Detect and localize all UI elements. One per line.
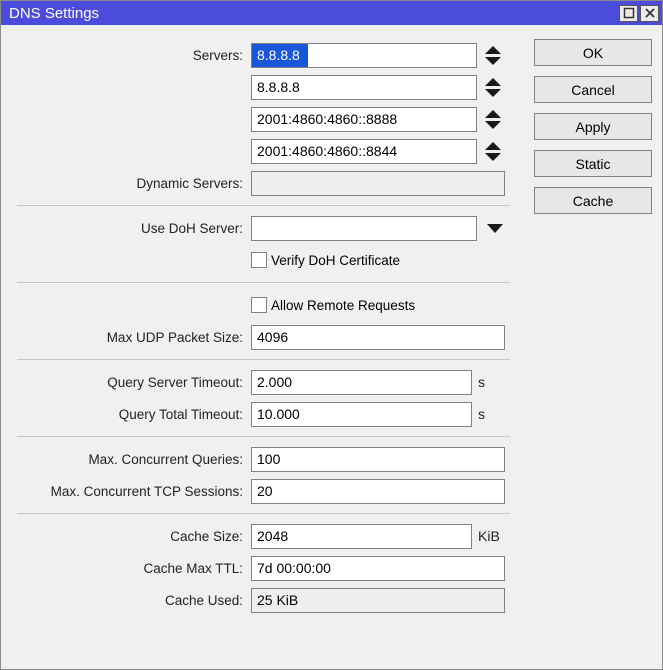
- separator: [17, 436, 510, 437]
- cache-button[interactable]: Cache: [534, 187, 652, 214]
- allow-remote-label: Allow Remote Requests: [271, 298, 415, 313]
- server-input-3[interactable]: [251, 139, 477, 164]
- use-doh-label: Use DoH Server:: [11, 221, 245, 236]
- server-3-reorder[interactable]: [485, 142, 503, 161]
- verify-doh-checkbox[interactable]: [251, 252, 267, 268]
- chevron-up-icon: [485, 142, 501, 150]
- query-total-timeout-input[interactable]: [251, 402, 472, 427]
- dns-settings-window: DNS Settings Servers:: [0, 0, 663, 670]
- servers-label: Servers:: [11, 48, 245, 63]
- verify-doh-label: Verify DoH Certificate: [271, 253, 400, 268]
- server-2-reorder[interactable]: [485, 110, 503, 129]
- dropdown-icon[interactable]: [487, 224, 503, 233]
- ok-button[interactable]: OK: [534, 39, 652, 66]
- chevron-down-icon: [485, 89, 501, 97]
- static-button[interactable]: Static: [534, 150, 652, 177]
- max-conc-tcp-input[interactable]: [251, 479, 505, 504]
- content-area: Servers:: [1, 25, 662, 669]
- server-1-reorder[interactable]: [485, 78, 503, 97]
- max-conc-tcp-label: Max. Concurrent TCP Sessions:: [11, 484, 245, 499]
- apply-button[interactable]: Apply: [534, 113, 652, 140]
- server-input-0[interactable]: [251, 43, 477, 68]
- dynamic-servers-input: [251, 171, 505, 196]
- max-udp-input[interactable]: [251, 325, 505, 350]
- max-udp-label: Max UDP Packet Size:: [11, 330, 245, 345]
- cache-size-label: Cache Size:: [11, 529, 245, 544]
- separator: [17, 513, 510, 514]
- chevron-up-icon: [485, 78, 501, 86]
- max-conc-queries-label: Max. Concurrent Queries:: [11, 452, 245, 467]
- server-input-1[interactable]: [251, 75, 477, 100]
- close-button[interactable]: [640, 5, 659, 22]
- button-column: OK Cancel Apply Static Cache: [534, 39, 652, 659]
- unit-seconds: s: [478, 374, 485, 390]
- window-title: DNS Settings: [9, 5, 617, 22]
- minimize-button[interactable]: [619, 5, 638, 22]
- cache-max-ttl-label: Cache Max TTL:: [11, 561, 245, 576]
- titlebar: DNS Settings: [1, 1, 662, 25]
- cache-size-input[interactable]: [251, 524, 472, 549]
- max-conc-queries-input[interactable]: [251, 447, 505, 472]
- separator: [17, 205, 510, 206]
- server-input-2[interactable]: [251, 107, 477, 132]
- cache-used-value: [251, 588, 505, 613]
- cache-max-ttl-input[interactable]: [251, 556, 505, 581]
- chevron-up-icon: [485, 110, 501, 118]
- separator: [17, 282, 510, 283]
- allow-remote-checkbox[interactable]: [251, 297, 267, 313]
- chevron-down-icon: [485, 121, 501, 129]
- chevron-down-icon: [485, 57, 501, 65]
- separator: [17, 359, 510, 360]
- dynamic-servers-label: Dynamic Servers:: [11, 176, 245, 191]
- server-0-reorder[interactable]: [485, 46, 503, 65]
- cache-used-label: Cache Used:: [11, 593, 245, 608]
- unit-kib: KiB: [478, 528, 500, 544]
- unit-seconds: s: [478, 406, 485, 422]
- chevron-up-icon: [485, 46, 501, 54]
- chevron-down-icon: [485, 153, 501, 161]
- use-doh-select[interactable]: [251, 216, 477, 241]
- query-server-timeout-input[interactable]: [251, 370, 472, 395]
- form-column: Servers:: [11, 39, 510, 659]
- cancel-button[interactable]: Cancel: [534, 76, 652, 103]
- query-server-timeout-label: Query Server Timeout:: [11, 375, 245, 390]
- query-total-timeout-label: Query Total Timeout:: [11, 407, 245, 422]
